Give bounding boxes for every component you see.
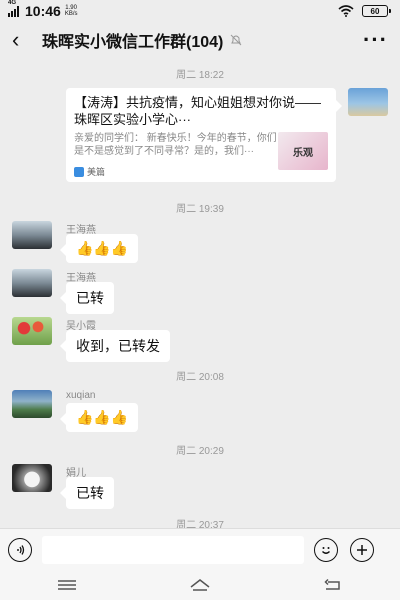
timestamp: 周二 20:29 bbox=[176, 446, 224, 457]
my-avatar[interactable] bbox=[348, 88, 388, 116]
chat-title: 珠晖实小微信工作群(104) bbox=[42, 34, 224, 51]
article-thumbnail: 乐观 bbox=[278, 132, 328, 170]
battery-icon: 60 bbox=[362, 5, 391, 17]
article-title: 【涛涛】共抗疫情，知心姐姐想对你说——珠晖区实验小学心··· bbox=[74, 95, 322, 127]
shared-article-card[interactable]: 【涛涛】共抗疫情，知心姐姐想对你说——珠晖区实验小学心··· 亲爱的同学们： 新… bbox=[66, 88, 342, 182]
menu-icon[interactable] bbox=[56, 578, 78, 592]
message-list[interactable]: 周二 18:22 【涛涛】共抗疫情，知心姐姐想对你说——珠晖区实验小学心··· … bbox=[0, 58, 400, 528]
home-icon[interactable] bbox=[189, 578, 211, 592]
avatar[interactable] bbox=[12, 317, 52, 345]
timestamp: 周二 20:37 bbox=[176, 520, 224, 528]
avatar[interactable] bbox=[12, 269, 52, 297]
more-icon[interactable]: ··· bbox=[363, 27, 388, 53]
timestamp: 周二 20:08 bbox=[176, 372, 224, 383]
message-bubble[interactable]: 👍👍👍 bbox=[59, 234, 139, 263]
clock: 10:46 bbox=[25, 3, 61, 19]
article-source: 美篇 bbox=[74, 165, 105, 178]
back-icon[interactable]: ‹ bbox=[12, 27, 36, 53]
avatar[interactable] bbox=[12, 390, 52, 418]
sender-name: xuqian bbox=[66, 390, 96, 401]
timestamp: 周二 19:39 bbox=[176, 204, 224, 215]
plus-icon[interactable] bbox=[350, 537, 374, 562]
return-icon[interactable] bbox=[322, 578, 344, 592]
chat-header: ‹ 珠晖实小微信工作群(104) ··· bbox=[0, 22, 400, 58]
network-type: 4G bbox=[8, 0, 17, 6]
message-bubble[interactable]: 已转 bbox=[60, 282, 114, 314]
status-bar: 4G 10:46 1.90 KB/s 60 bbox=[0, 0, 400, 22]
voice-icon[interactable] bbox=[8, 537, 32, 562]
message-bubble[interactable]: 👍👍👍 bbox=[59, 403, 139, 432]
mute-icon bbox=[231, 34, 242, 46]
timestamp: 周二 18:22 bbox=[176, 70, 224, 81]
signal-icon: 4G bbox=[8, 0, 19, 17]
avatar[interactable] bbox=[12, 221, 52, 249]
input-bar bbox=[0, 528, 400, 570]
message-bubble[interactable]: 已转 bbox=[60, 477, 114, 509]
network-speed: 1.90 KB/s bbox=[64, 5, 78, 17]
meipian-icon bbox=[74, 166, 84, 177]
message-input[interactable] bbox=[42, 535, 304, 564]
system-nav-bar bbox=[0, 570, 400, 600]
message-bubble[interactable]: 收到，已转发 bbox=[60, 330, 170, 362]
avatar[interactable] bbox=[12, 464, 52, 492]
wifi-icon bbox=[338, 5, 354, 17]
emoji-icon[interactable] bbox=[314, 537, 338, 562]
